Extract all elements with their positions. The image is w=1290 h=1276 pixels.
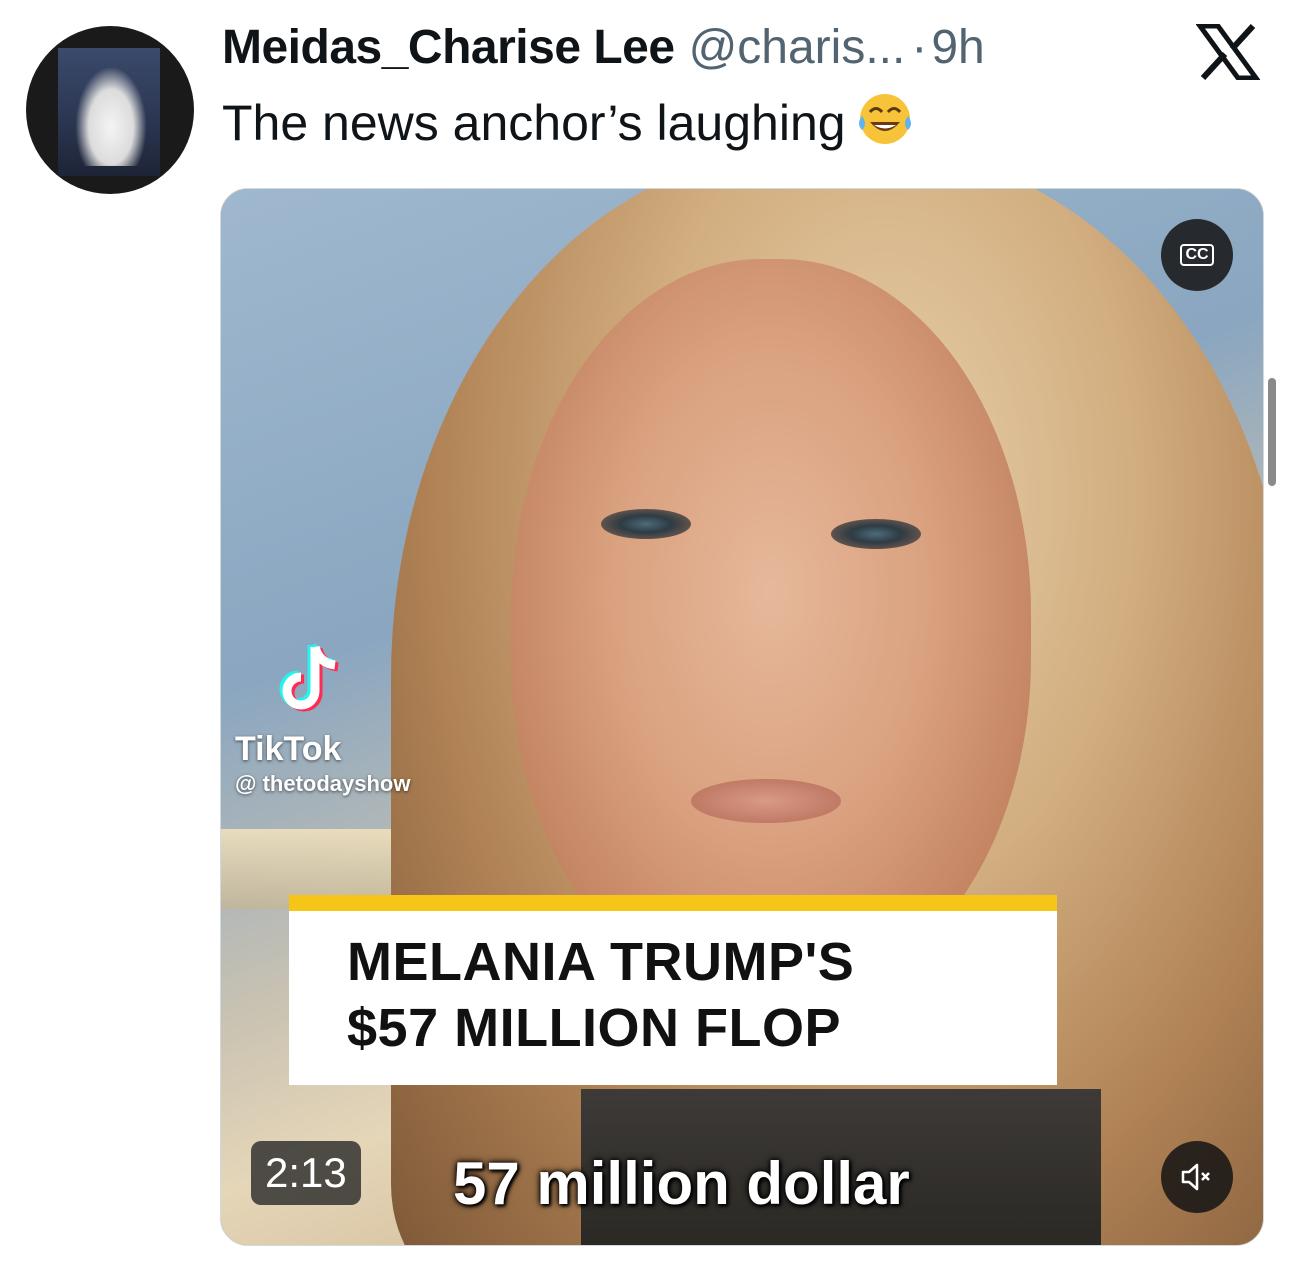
cc-icon: CC (1180, 244, 1214, 266)
tweet: Meidas_Charise Lee @charis... · 9h The n… (0, 0, 1290, 1276)
tiktok-watermark: TikTok @ thetodayshow (235, 639, 410, 797)
scrollbar-thumb[interactable] (1268, 378, 1276, 486)
tweet-header: Meidas_Charise Lee @charis... · 9h (222, 20, 985, 80)
subject-left-eye (601, 509, 691, 539)
timestamp[interactable]: 9h (931, 20, 984, 75)
banner-line-1: MELANIA TRUMP'S (347, 932, 855, 992)
user-handle[interactable]: @charis... (689, 20, 906, 75)
tiktok-brand: TikTok (235, 730, 342, 768)
dancer-figure (76, 68, 146, 166)
mute-button[interactable] (1161, 1141, 1233, 1213)
face-with-tears-of-joy-icon (858, 94, 911, 144)
avatar[interactable] (26, 26, 194, 194)
tiktok-handle: @ thetodayshow (235, 771, 411, 796)
display-name[interactable]: Meidas_Charise Lee (222, 20, 675, 75)
subject-right-eye (831, 519, 921, 549)
news-banner: MELANIA TRUMP'S $57 MILLION FLOP (289, 895, 1057, 1085)
video-player[interactable]: CC TikTok @ thetodayshow MELANIA TRUMP'S… (220, 188, 1264, 1246)
subject-lips (691, 779, 841, 823)
tiktok-logo-icon (279, 643, 339, 712)
banner-line-2: $57 MILLION FLOP (347, 998, 842, 1058)
x-logo-icon[interactable] (1196, 24, 1260, 80)
video-duration: 2:13 (251, 1141, 361, 1205)
video-subtitle: 57 million dollar (453, 1150, 910, 1217)
tweet-text-body: The news anchor’s laughing (222, 95, 846, 151)
speaker-muted-icon (1181, 1163, 1210, 1191)
captions-button[interactable]: CC (1161, 219, 1233, 291)
tweet-text: The news anchor’s laughing (222, 90, 914, 152)
video-subject-face (511, 259, 1031, 999)
avatar-photo (58, 48, 160, 176)
separator-dot: · (911, 21, 928, 74)
